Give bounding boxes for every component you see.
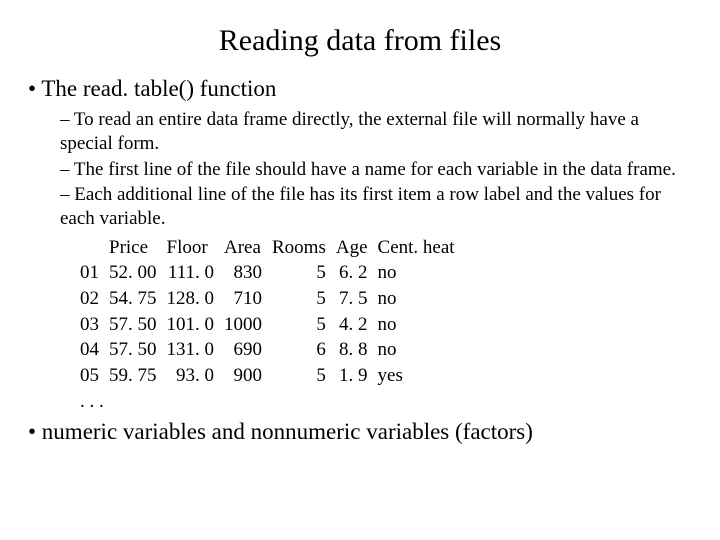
table-row: 02 54. 75 128. 0 710 5 7. 5 no [80, 286, 465, 312]
cell-price: 57. 50 [109, 337, 167, 363]
cell-floor: 131. 0 [167, 337, 225, 363]
cell-rooms: 6 [272, 337, 336, 363]
cell-heat: no [378, 337, 465, 363]
cell-price: 57. 50 [109, 312, 167, 338]
cell-heat: yes [378, 363, 465, 389]
col-heat: Cent. heat [378, 235, 465, 261]
table-header-row: Price Floor Area Rooms Age Cent. heat [80, 235, 465, 261]
cell-area: 1000 [224, 312, 272, 338]
bullet-numeric-vars: • numeric variables and nonnumeric varia… [28, 419, 692, 445]
table-row: 01 52. 00 111. 0 830 5 6. 2 no [80, 260, 465, 286]
cell-floor: 128. 0 [167, 286, 225, 312]
cell-area: 830 [224, 260, 272, 286]
cell-floor: 93. 0 [167, 363, 225, 389]
sub-bullet-1: – To read an entire data frame directly,… [60, 108, 692, 156]
slide: Reading data from files • The read. tabl… [0, 0, 720, 540]
cell-rooms: 5 [272, 363, 336, 389]
table-row: 04 57. 50 131. 0 690 6 8. 8 no [80, 337, 465, 363]
table-row: 03 57. 50 101. 0 1000 5 4. 2 no [80, 312, 465, 338]
cell-floor: 101. 0 [167, 312, 225, 338]
cell-area: 900 [224, 363, 272, 389]
cell-area: 690 [224, 337, 272, 363]
cell-age: 1. 9 [336, 363, 378, 389]
cell-id: 05 [80, 363, 109, 389]
cell-age: 6. 2 [336, 260, 378, 286]
sub-bullet-2: – The first line of the file should have… [60, 158, 692, 182]
cell-id: 02 [80, 286, 109, 312]
cell-rooms: 5 [272, 312, 336, 338]
cell-price: 54. 75 [109, 286, 167, 312]
cell-id: 03 [80, 312, 109, 338]
cell-rooms: 5 [272, 286, 336, 312]
cell-heat: no [378, 286, 465, 312]
table-row: 05 59. 75 93. 0 900 5 1. 9 yes [80, 363, 465, 389]
cell-floor: 111. 0 [167, 260, 225, 286]
cell-heat: no [378, 312, 465, 338]
col-age: Age [336, 235, 378, 261]
cell-age: 7. 5 [336, 286, 378, 312]
col-rooms: Rooms [272, 235, 336, 261]
col-floor: Floor [167, 235, 225, 261]
cell-price: 52. 00 [109, 260, 167, 286]
ellipsis: . . . [80, 391, 692, 413]
col-id [80, 235, 109, 261]
cell-area: 710 [224, 286, 272, 312]
col-price: Price [109, 235, 167, 261]
cell-id: 01 [80, 260, 109, 286]
bullet-read-table: • The read. table() function [28, 76, 692, 102]
cell-price: 59. 75 [109, 363, 167, 389]
data-table: Price Floor Area Rooms Age Cent. heat 01… [80, 235, 692, 389]
sub-bullet-3: – Each additional line of the file has i… [60, 183, 692, 231]
cell-rooms: 5 [272, 260, 336, 286]
cell-id: 04 [80, 337, 109, 363]
col-area: Area [224, 235, 272, 261]
slide-title: Reading data from files [28, 24, 692, 58]
cell-age: 8. 8 [336, 337, 378, 363]
cell-age: 4. 2 [336, 312, 378, 338]
cell-heat: no [378, 260, 465, 286]
